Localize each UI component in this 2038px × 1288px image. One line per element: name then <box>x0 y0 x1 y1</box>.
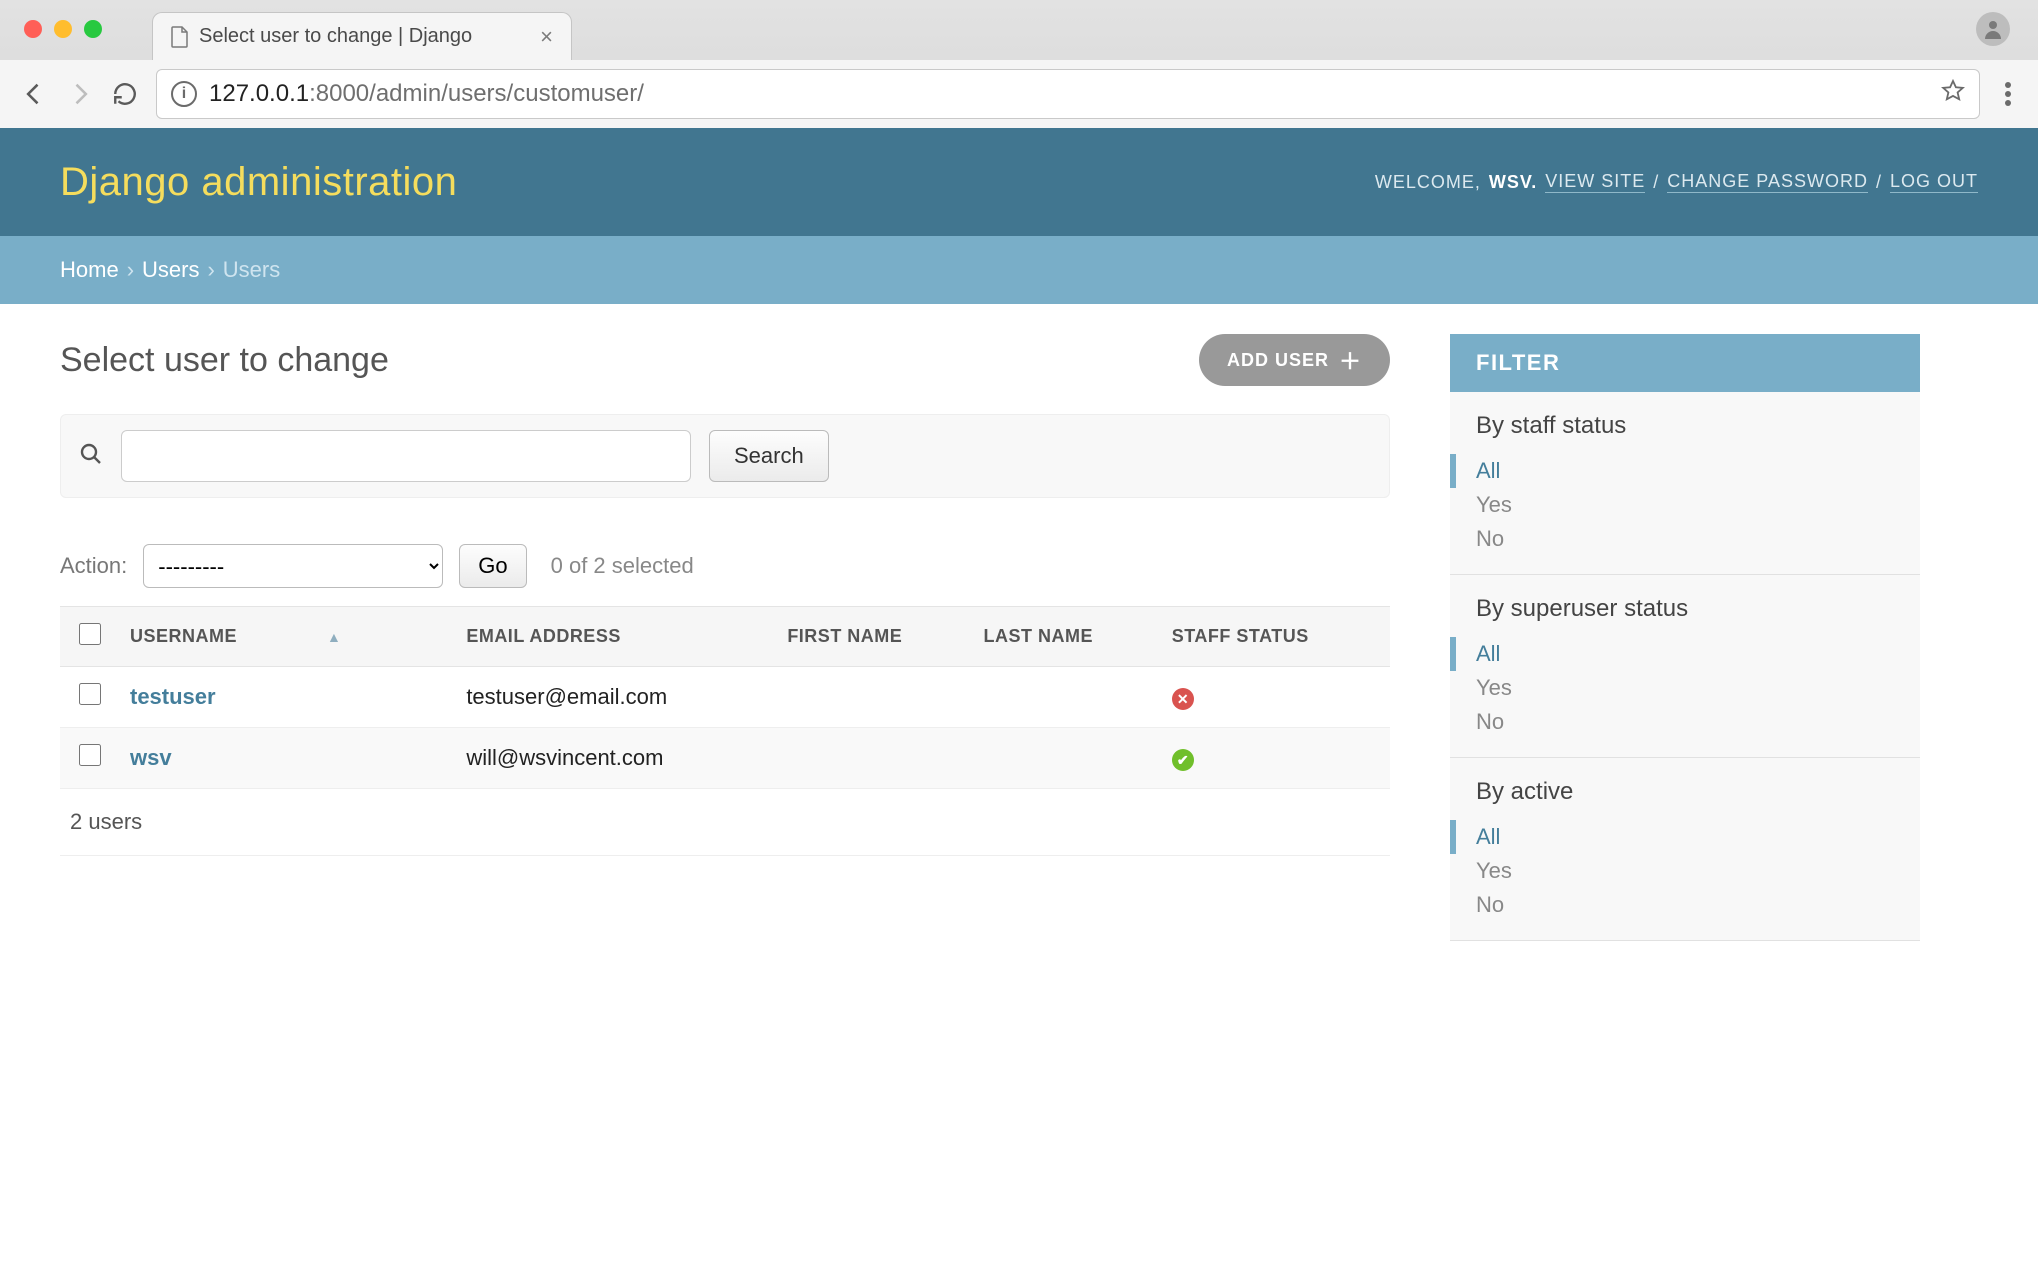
row-select-checkbox[interactable] <box>79 683 101 705</box>
filter-option[interactable]: No <box>1476 705 1894 739</box>
reload-button[interactable] <box>112 81 138 107</box>
filter-group: By staff status AllYesNo <box>1450 392 1920 575</box>
row-count: 2 users <box>60 789 1390 856</box>
search-panel: Search <box>60 414 1390 498</box>
address-bar[interactable]: i 127.0.0.1:8000/admin/users/customuser/ <box>156 69 1980 119</box>
add-user-label: ADD USER <box>1227 350 1329 371</box>
url-text: 127.0.0.1:8000/admin/users/customuser/ <box>209 80 644 108</box>
go-button[interactable]: Go <box>459 544 526 588</box>
cell-lastname <box>974 728 1162 789</box>
filter-option[interactable]: All <box>1450 454 1894 488</box>
filter-option[interactable]: All <box>1450 637 1894 671</box>
page-title-bar: Select user to change ADD USER ＋ <box>60 334 1390 386</box>
action-label: Action: <box>60 553 127 579</box>
column-lastname[interactable]: LAST NAME <box>974 607 1162 667</box>
site-info-icon[interactable]: i <box>171 81 197 107</box>
tab-title: Select user to change | Django <box>199 25 472 48</box>
browser-tab[interactable]: Select user to change | Django × <box>152 12 572 60</box>
cell-firstname <box>777 728 973 789</box>
column-email[interactable]: EMAIL ADDRESS <box>456 607 777 667</box>
breadcrumb-current: Users <box>223 257 280 283</box>
filter-option[interactable]: Yes <box>1476 854 1894 888</box>
site-header: Django administration WELCOME, WSV. VIEW… <box>0 128 2038 236</box>
breadcrumb-home[interactable]: Home <box>60 257 119 283</box>
separator: / <box>1653 172 1659 193</box>
separator: / <box>1876 172 1882 193</box>
filter-group-title: By superuser status <box>1476 595 1894 623</box>
column-username[interactable]: USERNAME▲ <box>120 607 456 667</box>
no-icon: ✕ <box>1172 688 1194 710</box>
forward-button[interactable] <box>66 80 94 108</box>
cell-email: will@wsvincent.com <box>456 728 777 789</box>
user-link[interactable]: wsv <box>130 745 172 770</box>
cell-email: testuser@email.com <box>456 667 777 728</box>
maximize-window-button[interactable] <box>84 20 102 38</box>
filter-group: By active AllYesNo <box>1450 758 1920 941</box>
page-icon <box>171 26 189 48</box>
profile-avatar-icon[interactable] <box>1976 12 2010 46</box>
cell-staff: ✕ <box>1162 667 1390 728</box>
current-username: WSV. <box>1489 172 1537 193</box>
filter-option[interactable]: Yes <box>1476 671 1894 705</box>
filter-option[interactable]: No <box>1476 522 1894 556</box>
site-title[interactable]: Django administration <box>60 160 457 205</box>
filter-option[interactable]: All <box>1450 820 1894 854</box>
breadcrumb-app[interactable]: Users <box>142 257 199 283</box>
browser-menu-button[interactable] <box>1998 81 2018 107</box>
breadcrumb: Home › Users › Users <box>0 236 2038 304</box>
action-select[interactable]: --------- <box>143 544 443 588</box>
filter-sidebar: FILTER By staff statusAllYesNoBy superus… <box>1450 334 1920 941</box>
select-all-checkbox[interactable] <box>79 623 101 645</box>
search-button[interactable]: Search <box>709 430 829 482</box>
filter-header: FILTER <box>1450 334 1920 392</box>
add-user-button[interactable]: ADD USER ＋ <box>1199 334 1390 386</box>
tab-strip: Select user to change | Django × <box>0 0 2038 60</box>
filter-group: By superuser status AllYesNo <box>1450 575 1920 758</box>
address-bar-row: i 127.0.0.1:8000/admin/users/customuser/ <box>0 60 2038 128</box>
window-controls <box>24 20 102 38</box>
main-column: Select user to change ADD USER ＋ Search … <box>60 334 1390 941</box>
filter-option[interactable]: Yes <box>1476 488 1894 522</box>
search-icon <box>79 442 103 471</box>
select-all-header <box>60 607 120 667</box>
column-staff[interactable]: STAFF STATUS <box>1162 607 1390 667</box>
table-row: wsv will@wsvincent.com ✔ <box>60 728 1390 789</box>
cell-lastname <box>974 667 1162 728</box>
cell-staff: ✔ <box>1162 728 1390 789</box>
sort-asc-icon: ▲ <box>327 629 341 645</box>
filter-group-title: By staff status <box>1476 412 1894 440</box>
page-title: Select user to change <box>60 341 389 380</box>
welcome-label: WELCOME, <box>1375 172 1481 193</box>
row-select-checkbox[interactable] <box>79 744 101 766</box>
search-input[interactable] <box>121 430 691 482</box>
view-site-link[interactable]: VIEW SITE <box>1545 171 1645 193</box>
cell-firstname <box>777 667 973 728</box>
user-link[interactable]: testuser <box>130 684 216 709</box>
column-firstname[interactable]: FIRST NAME <box>777 607 973 667</box>
filter-option[interactable]: No <box>1476 888 1894 922</box>
filter-group-title: By active <box>1476 778 1894 806</box>
browser-chrome: Select user to change | Django × i 127.0… <box>0 0 2038 128</box>
actions-row: Action: --------- Go 0 of 2 selected <box>60 544 1390 588</box>
table-row: testuser testuser@email.com ✕ <box>60 667 1390 728</box>
close-window-button[interactable] <box>24 20 42 38</box>
change-password-link[interactable]: CHANGE PASSWORD <box>1667 171 1868 193</box>
selection-count: 0 of 2 selected <box>551 553 694 579</box>
minimize-window-button[interactable] <box>54 20 72 38</box>
plus-icon: ＋ <box>1339 344 1362 376</box>
close-tab-button[interactable]: × <box>540 24 553 50</box>
user-tools: WELCOME, WSV. VIEW SITE / CHANGE PASSWOR… <box>1375 171 1978 193</box>
yes-icon: ✔ <box>1172 749 1194 771</box>
bookmark-star-icon[interactable] <box>1941 79 1965 110</box>
logout-link[interactable]: LOG OUT <box>1890 171 1978 193</box>
back-button[interactable] <box>20 80 48 108</box>
user-table: USERNAME▲ EMAIL ADDRESS FIRST NAME LAST … <box>60 606 1390 789</box>
content: Select user to change ADD USER ＋ Search … <box>0 304 2038 971</box>
